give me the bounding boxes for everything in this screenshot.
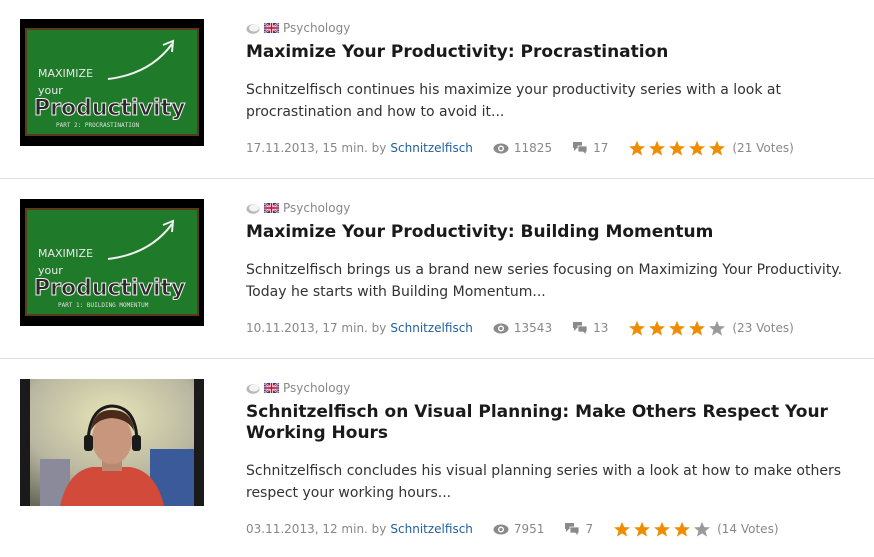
views-count: 11825 bbox=[513, 141, 553, 155]
video-footer: 17.11.2013, 15 min. by Schnitzelfisch 11… bbox=[246, 140, 794, 156]
video-item: Psychology Schnitzelfisch on Visual Plan… bbox=[0, 359, 874, 557]
comments-stat[interactable]: 17 bbox=[572, 141, 608, 155]
star-icon[interactable] bbox=[688, 320, 706, 336]
video-thumbnail[interactable]: MAXIMIZE your Productivity PART 2: PROCR… bbox=[20, 19, 204, 146]
video-title[interactable]: Maximize Your Productivity: Building Mom… bbox=[246, 222, 846, 243]
date-duration: 17.11.2013, 15 min. by bbox=[246, 141, 387, 155]
thumb-line4: PART 1: BUILDING MOMENTUM bbox=[58, 302, 149, 309]
votes-count: (21 Votes) bbox=[732, 141, 794, 155]
thumb-line1: MAXIMIZE bbox=[38, 67, 93, 80]
video-item: MAXIMIZE your Productivity PART 1: BUILD… bbox=[0, 179, 874, 358]
star-icon[interactable] bbox=[613, 521, 631, 537]
chalkboard-image: MAXIMIZE your Productivity PART 2: PROCR… bbox=[20, 19, 204, 146]
star-icon[interactable] bbox=[693, 521, 711, 537]
video-title[interactable]: Maximize Your Productivity: Procrastinat… bbox=[246, 42, 846, 63]
category-icon bbox=[246, 203, 260, 214]
video-item: MAXIMIZE your Productivity PART 2: PROCR… bbox=[0, 0, 874, 178]
uk-flag-icon bbox=[264, 23, 279, 33]
comments-count: 7 bbox=[585, 522, 594, 536]
webcam-image bbox=[20, 379, 204, 506]
video-footer: 03.11.2013, 12 min. by Schnitzelfisch 79… bbox=[246, 521, 779, 537]
category-icon bbox=[246, 23, 260, 34]
comments-icon bbox=[573, 142, 588, 155]
star-icon[interactable] bbox=[628, 320, 646, 336]
category-label[interactable]: Psychology bbox=[283, 201, 350, 215]
author-link[interactable]: Schnitzelfisch bbox=[390, 321, 473, 335]
author-link[interactable]: Schnitzelfisch bbox=[390, 141, 473, 155]
star-icon[interactable] bbox=[648, 140, 666, 156]
thumb-line4: PART 2: PROCRASTINATION bbox=[56, 122, 139, 129]
views-stat: 11825 bbox=[493, 141, 552, 155]
date-duration: 03.11.2013, 12 min. by bbox=[246, 522, 387, 536]
star-icon[interactable] bbox=[708, 320, 726, 336]
thumb-line3: Productivity bbox=[34, 276, 185, 301]
views-stat: 13543 bbox=[493, 321, 552, 335]
star-icon[interactable] bbox=[653, 521, 671, 537]
category-line: Psychology bbox=[246, 200, 350, 216]
comments-stat[interactable]: 7 bbox=[564, 522, 593, 536]
category-icon bbox=[246, 383, 260, 394]
star-icon[interactable] bbox=[668, 320, 686, 336]
video-description: Schnitzelfisch continues his maximize yo… bbox=[246, 82, 781, 120]
video-footer: 10.11.2013, 17 min. by Schnitzelfisch 13… bbox=[246, 320, 794, 336]
category-line: Psychology bbox=[246, 20, 350, 36]
eye-icon bbox=[493, 524, 509, 534]
star-icon[interactable] bbox=[633, 521, 651, 537]
eye-icon bbox=[493, 143, 509, 153]
video-thumbnail[interactable] bbox=[20, 379, 204, 506]
author-link[interactable]: Schnitzelfisch bbox=[390, 522, 473, 536]
star-icon[interactable] bbox=[628, 140, 646, 156]
star-icon[interactable] bbox=[648, 320, 666, 336]
comments-count: 13 bbox=[593, 321, 609, 335]
video-description: Schnitzelfisch concludes his visual plan… bbox=[246, 463, 842, 501]
votes-count: (23 Votes) bbox=[732, 321, 794, 335]
rating-stars[interactable] bbox=[628, 320, 726, 336]
views-stat: 7951 bbox=[493, 522, 545, 536]
category-line: Psychology bbox=[246, 380, 350, 396]
star-icon[interactable] bbox=[688, 140, 706, 156]
comments-icon bbox=[565, 523, 580, 536]
star-icon[interactable] bbox=[673, 521, 691, 537]
comments-stat[interactable]: 13 bbox=[572, 321, 608, 335]
chalkboard-image: MAXIMIZE your Productivity PART 1: BUILD… bbox=[20, 199, 204, 326]
video-title[interactable]: Schnitzelfisch on Visual Planning: Make … bbox=[246, 402, 846, 444]
category-label[interactable]: Psychology bbox=[283, 21, 350, 35]
star-icon[interactable] bbox=[668, 140, 686, 156]
thumb-line1: MAXIMIZE bbox=[38, 247, 93, 260]
eye-icon bbox=[493, 323, 509, 333]
uk-flag-icon bbox=[264, 383, 279, 393]
video-description: Schnitzelfisch brings us a brand new ser… bbox=[246, 262, 843, 300]
date-duration: 10.11.2013, 17 min. by bbox=[246, 321, 387, 335]
votes-count: (14 Votes) bbox=[717, 522, 779, 536]
thumb-line3: Productivity bbox=[34, 96, 185, 121]
views-count: 7951 bbox=[513, 522, 545, 536]
uk-flag-icon bbox=[264, 203, 279, 213]
category-label[interactable]: Psychology bbox=[283, 381, 350, 395]
comments-icon bbox=[573, 322, 588, 335]
video-thumbnail[interactable]: MAXIMIZE your Productivity PART 1: BUILD… bbox=[20, 199, 204, 326]
star-icon[interactable] bbox=[708, 140, 726, 156]
rating-stars[interactable] bbox=[628, 140, 726, 156]
rating-stars[interactable] bbox=[613, 521, 711, 537]
comments-count: 17 bbox=[593, 141, 609, 155]
views-count: 13543 bbox=[513, 321, 553, 335]
